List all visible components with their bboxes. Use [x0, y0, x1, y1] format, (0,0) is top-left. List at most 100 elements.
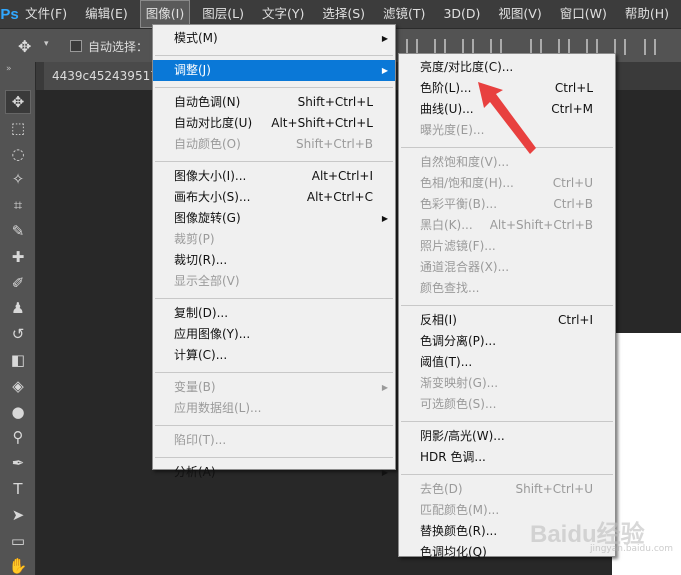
clone-stamp-tool-icon[interactable]: ♟: [5, 296, 31, 320]
menu-entry-label: 裁切(R)...: [174, 253, 228, 267]
menu-entry[interactable]: 亮度/对比度(C)...: [399, 57, 615, 78]
menu-entry[interactable]: 反相(I) Ctrl+I: [399, 310, 615, 331]
menu-entry-label: 应用数据组(L)...: [174, 401, 262, 415]
menu-entry-shortcut: Shift+Ctrl+U: [515, 482, 593, 496]
menu-entry: 显示全部(V): [153, 271, 395, 292]
menu-entry[interactable]: 阈值(T)...: [399, 352, 615, 373]
align-icon[interactable]: [644, 39, 656, 55]
menu-entry-label: 颜色查找...: [420, 281, 480, 295]
menu-entry-label: 模式(M): [174, 31, 218, 45]
menu-entry-label: 图像大小(I)...: [174, 169, 247, 183]
menu-entry-label: 反相(I): [420, 313, 457, 327]
menu-entry: 陷印(T)...: [153, 430, 395, 451]
rectangle-tool-icon[interactable]: ▭: [5, 529, 31, 553]
menu-entry-label: 渐变映射(G)...: [420, 376, 499, 390]
menu-entry-label: 自然饱和度(V)...: [420, 155, 510, 169]
menu-entry-label: 色阶(L)...: [420, 81, 472, 95]
dodge-tool-icon[interactable]: ⚲: [5, 425, 31, 449]
auto-select-checkbox[interactable]: [70, 40, 82, 52]
menu-entry[interactable]: 图像旋转(G) ▶: [153, 208, 395, 229]
menu-entry-shortcut: Alt+Ctrl+C: [306, 190, 373, 204]
menu-entry[interactable]: 色阶(L)... Ctrl+L: [399, 78, 615, 99]
menu-entry: 颜色查找...: [399, 278, 615, 299]
document-tab[interactable]: 4439c4524395172: [44, 62, 154, 90]
menu-entry[interactable]: 曲线(U)... Ctrl+M: [399, 99, 615, 120]
menu-entry: 自动颜色(O) Shift+Ctrl+B: [153, 134, 395, 155]
menu-entry-label: 去色(D): [420, 482, 463, 496]
menu-edit[interactable]: 编辑(E): [79, 0, 134, 28]
menu-entry: 色彩平衡(B)... Ctrl+B: [399, 194, 615, 215]
menu-entry[interactable]: 应用图像(Y)...: [153, 324, 395, 345]
menu-entry-label: 自动色调(N): [174, 95, 241, 109]
menu-entry-shortcut: Ctrl+B: [553, 197, 593, 211]
menu-entry: 照片滤镜(F)...: [399, 236, 615, 257]
menu-entry-shortcut: Ctrl+I: [558, 313, 593, 327]
move-tool-icon[interactable]: ✥: [5, 90, 31, 114]
submenu-arrow-icon: ▶: [381, 468, 388, 477]
menu-view[interactable]: 视图(V): [492, 0, 547, 28]
submenu-arrow-icon: ▶: [381, 34, 388, 43]
healing-brush-tool-icon[interactable]: ✚: [5, 245, 31, 269]
menu-entry-label: 照片滤镜(F)...: [420, 239, 496, 253]
blur-tool-icon[interactable]: ●: [5, 400, 31, 424]
menu-entry: 黑白(K)... Alt+Shift+Ctrl+B: [399, 215, 615, 236]
menu-entry-shortcut: Alt+Ctrl+I: [311, 169, 373, 183]
menu-entry[interactable]: 图像大小(I)... Alt+Ctrl+I: [153, 166, 395, 187]
menu-entry[interactable]: 自动对比度(U) Alt+Shift+Ctrl+L: [153, 113, 395, 134]
menu-separator: [155, 160, 393, 162]
menu-3d[interactable]: 3D(D): [437, 0, 486, 28]
menu-entry[interactable]: 阴影/高光(W)...: [399, 426, 615, 447]
menu-file[interactable]: 文件(F): [19, 0, 73, 28]
menu-separator: [401, 420, 613, 422]
menu-entry-label: 匹配颜色(M)...: [420, 503, 500, 517]
move-icon[interactable]: ✥: [18, 37, 38, 56]
menu-entry-label: 可选颜色(S)...: [420, 397, 497, 411]
menu-help[interactable]: 帮助(H): [619, 0, 675, 28]
menu-entry: 自然饱和度(V)...: [399, 152, 615, 173]
menu-entry[interactable]: 画布大小(S)... Alt+Ctrl+C: [153, 187, 395, 208]
type-tool-icon[interactable]: T: [5, 477, 31, 501]
menu-entry-label: 自动对比度(U): [174, 116, 253, 130]
path-selection-tool-icon[interactable]: ➤: [5, 503, 31, 527]
menu-entry-label: 分析(A): [174, 465, 216, 479]
lasso-tool-icon[interactable]: ◌: [5, 142, 31, 166]
marquee-tool-icon[interactable]: ⬚: [5, 116, 31, 140]
tools-panel: » ✥ ⬚ ◌ ✧ ⌗ ✎ ✚ ✐ ♟ ↺ ◧ ◈ ● ⚲ ✒ T ➤ ▭ ✋: [0, 62, 36, 575]
menu-entry[interactable]: 计算(C)...: [153, 345, 395, 366]
menu-entry-shortcut: Shift+Ctrl+B: [296, 137, 373, 151]
menu-entry-label: 计算(C)...: [174, 348, 228, 362]
brush-tool-icon[interactable]: ✐: [5, 271, 31, 295]
menu-window[interactable]: 窗口(W): [554, 0, 613, 28]
menu-entry: 去色(D) Shift+Ctrl+U: [399, 479, 615, 500]
menu-entry-label: 调整(J): [174, 63, 211, 77]
menu-entry-label: 变量(B): [174, 380, 216, 394]
photoshop-logo: Ps: [0, 5, 19, 23]
menu-separator: [155, 297, 393, 299]
menu-entry[interactable]: HDR 色调...: [399, 447, 615, 468]
menu-entry-label: 画布大小(S)...: [174, 190, 251, 204]
menu-entry-label: 色彩平衡(B)...: [420, 197, 498, 211]
chevron-down-icon[interactable]: ▾: [44, 39, 49, 49]
eyedropper-tool-icon[interactable]: ✎: [5, 219, 31, 243]
menu-entry: 通道混合器(X)...: [399, 257, 615, 278]
menu-entry[interactable]: 分析(A) ▶: [153, 462, 395, 483]
menu-entry[interactable]: 复制(D)...: [153, 303, 395, 324]
menu-separator: [155, 54, 393, 56]
collapse-icon[interactable]: »: [6, 64, 11, 74]
history-brush-tool-icon[interactable]: ↺: [5, 322, 31, 346]
submenu-arrow-icon: ▶: [381, 214, 388, 223]
magic-wand-tool-icon[interactable]: ✧: [5, 167, 31, 191]
menu-entry-shortcut: Ctrl+L: [554, 81, 593, 95]
menu-entry[interactable]: 色调分离(P)...: [399, 331, 615, 352]
menu-entry-shortcut: Ctrl+M: [551, 102, 593, 116]
menu-entry[interactable]: 模式(M) ▶: [153, 28, 395, 49]
hand-tool-icon[interactable]: ✋: [5, 554, 31, 575]
menu-entry[interactable]: 调整(J) ▶: [153, 60, 395, 81]
menu-entry[interactable]: 自动色调(N) Shift+Ctrl+L: [153, 92, 395, 113]
eraser-tool-icon[interactable]: ◧: [5, 348, 31, 372]
crop-tool-icon[interactable]: ⌗: [5, 193, 31, 217]
paint-bucket-tool-icon[interactable]: ◈: [5, 374, 31, 398]
pen-tool-icon[interactable]: ✒: [5, 451, 31, 475]
menu-entry-label: 复制(D)...: [174, 306, 229, 320]
menu-entry[interactable]: 裁切(R)...: [153, 250, 395, 271]
